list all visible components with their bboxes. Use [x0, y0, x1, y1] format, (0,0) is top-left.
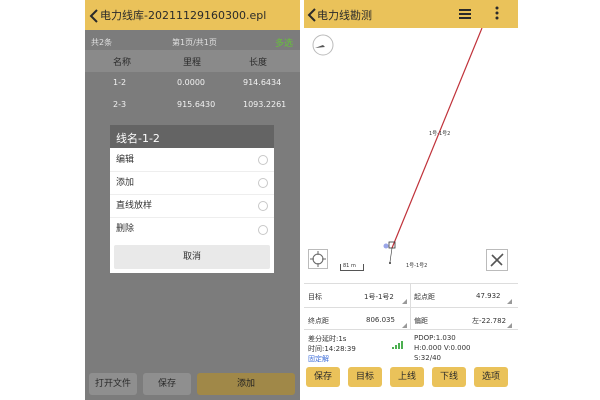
cancel-button[interactable]: 取消 — [114, 245, 270, 269]
cell-name: 2-3 — [113, 100, 127, 109]
options-label: 选项 — [481, 372, 500, 382]
target-value[interactable]: 1号-1号2 — [364, 292, 394, 302]
dropdown-corner-icon — [402, 299, 407, 304]
save-button[interactable]: 保存 — [306, 367, 340, 387]
option-edit[interactable]: 编辑 — [110, 149, 274, 172]
more-vertical-icon[interactable] — [493, 5, 501, 21]
power-line — [391, 27, 483, 249]
start-dist-label: 起点距 — [414, 293, 435, 301]
pdop: PDOP:1.030 — [414, 334, 456, 342]
screen-title: 电力线勘测 — [317, 9, 372, 22]
signal-bars-icon — [392, 334, 406, 349]
option-add[interactable]: 添加 — [110, 172, 274, 195]
tools-icon[interactable] — [486, 249, 508, 271]
add-button[interactable]: 添加 — [197, 373, 295, 395]
file-title: 电力线库-20211129160300.epl — [100, 9, 267, 22]
cell-name: 1-2 — [113, 78, 127, 87]
radio-icon[interactable] — [258, 224, 268, 235]
target-button[interactable]: 目标 — [348, 367, 382, 387]
info-divider-h — [304, 307, 518, 308]
cancel-label: 取消 — [182, 252, 201, 262]
line-action-dialog: 线名-1-2 编辑 添加 直线放样 删除 取消 — [110, 125, 274, 273]
col-header-mileage: 里程 — [183, 58, 202, 68]
up-line-button[interactable]: 上线 — [390, 367, 424, 387]
option-stakeout-label: 直线放样 — [116, 201, 153, 211]
up-line-label: 上线 — [397, 372, 416, 382]
marker-point — [389, 262, 391, 264]
back-arrow-icon[interactable] — [307, 7, 317, 22]
scale-bar: 81 m — [340, 263, 364, 271]
down-line-label: 下线 — [439, 372, 458, 382]
table-row[interactable]: 1-2 0.0000 914.6434 — [85, 73, 300, 95]
point-label: 1号-1号2 — [406, 263, 428, 269]
offset-value: 左-22.782 — [472, 317, 507, 325]
line-count: 共2条 — [91, 38, 113, 47]
table-row[interactable]: 2-3 915.6430 1093.2261 — [85, 95, 300, 117]
diff-delay: 差分延时:1s — [308, 335, 347, 343]
compass-icon[interactable] — [312, 34, 334, 56]
dropdown-corner-icon — [402, 323, 407, 328]
save-button[interactable]: 保存 — [143, 373, 191, 395]
powerline-survey-screen: 电力线勘测 1号-1号2 1号-1号2 81 m 目标 1号-1号2 起点距 4… — [304, 0, 518, 400]
line-label: 1号-1号2 — [429, 131, 451, 137]
start-dist-value: 47.932 — [476, 292, 501, 300]
save-label: 保存 — [313, 372, 332, 382]
hv-precision: H:0.000 V:0.000 — [414, 344, 471, 352]
option-edit-label: 编辑 — [116, 155, 135, 165]
down-line-button[interactable]: 下线 — [432, 367, 466, 387]
cell-mileage: 0.0000 — [177, 78, 205, 87]
option-delete[interactable]: 删除 — [110, 218, 274, 241]
layers-menu-icon[interactable] — [458, 6, 472, 20]
col-header-name: 名称 — [113, 58, 132, 68]
satellite-count: S:32/40 — [414, 354, 441, 362]
back-arrow-icon[interactable] — [89, 8, 99, 23]
option-add-label: 添加 — [116, 178, 135, 188]
end-dist-label: 终点距 — [308, 317, 329, 325]
offset-label: 偏距 — [414, 317, 428, 325]
scale-label: 81 m — [343, 263, 356, 269]
fix-status: 固定解 — [308, 355, 329, 363]
status-panel: 差分延时:1s 时间:14:28:39 固定解 PDOP:1.030 H:0.0… — [304, 329, 518, 365]
option-stakeout[interactable]: 直线放样 — [110, 195, 274, 218]
open-file-button[interactable]: 打开文件 — [89, 373, 137, 395]
save-label: 保存 — [157, 379, 176, 389]
gnss-time: 时间:14:28:39 — [308, 345, 356, 353]
current-position-dot — [383, 243, 389, 249]
map-canvas — [383, 27, 483, 264]
dialog-title: 线名-1-2 — [116, 132, 160, 145]
target-button-label: 目标 — [355, 372, 374, 382]
marker-stem — [389, 247, 393, 263]
locate-target-icon[interactable] — [308, 249, 328, 269]
multi-select-button[interactable]: 多选 — [275, 36, 293, 49]
info-panel: 目标 1号-1号2 起点距 47.932 终点距 806.035 偏距 左-22… — [304, 283, 518, 330]
page-indicator: 第1页/共1页 — [172, 38, 217, 47]
dropdown-corner-icon — [507, 323, 512, 328]
options-button[interactable]: 选项 — [474, 367, 508, 387]
dropdown-corner-icon — [507, 299, 512, 304]
option-delete-label: 删除 — [116, 224, 135, 234]
target-label: 目标 — [308, 293, 322, 301]
col-header-length: 长度 — [249, 58, 268, 68]
map-view[interactable]: 1号-1号2 1号-1号2 81 m — [304, 27, 518, 282]
line-library-screen: 电力线库-20211129160300.epl 共2条 第1页/共1页 多选 名… — [85, 0, 300, 400]
cell-mileage: 915.6430 — [177, 100, 216, 109]
cell-length: 1093.2261 — [243, 100, 287, 109]
radio-icon[interactable] — [258, 201, 268, 211]
radio-icon[interactable] — [258, 155, 268, 165]
open-file-label: 打开文件 — [94, 379, 131, 389]
end-dist-value: 806.035 — [366, 316, 395, 324]
add-label: 添加 — [236, 379, 255, 389]
cell-length: 914.6434 — [243, 78, 282, 87]
radio-icon[interactable] — [258, 178, 268, 188]
